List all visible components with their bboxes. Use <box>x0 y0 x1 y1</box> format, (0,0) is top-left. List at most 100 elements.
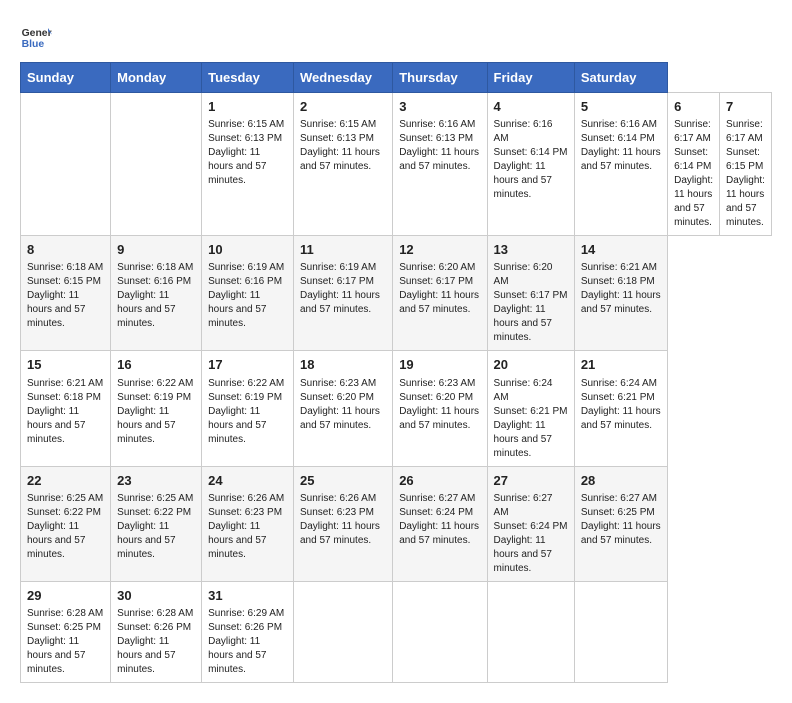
sunrise-label: Sunrise: 6:18 AM <box>27 262 103 273</box>
day-number: 25 <box>300 472 386 490</box>
sunrise-label: Sunrise: 6:25 AM <box>117 493 193 504</box>
daylight-label: Daylight: 11 hours and 57 minutes. <box>300 290 380 315</box>
daylight-label: Daylight: 11 hours and 57 minutes. <box>208 636 266 675</box>
calendar-cell-day-4: 4Sunrise: 6:16 AMSunset: 6:14 PMDaylight… <box>487 93 574 236</box>
column-header-monday: Monday <box>111 63 202 93</box>
column-header-sunday: Sunday <box>21 63 111 93</box>
daylight-label: Daylight: 11 hours and 57 minutes. <box>494 420 552 459</box>
logo: General Blue <box>20 20 52 52</box>
calendar-cell-day-26: 26Sunrise: 6:27 AMSunset: 6:24 PMDayligh… <box>393 466 487 581</box>
sunset-label: Sunset: 6:24 PM <box>494 521 568 532</box>
sunset-label: Sunset: 6:17 PM <box>494 290 568 301</box>
sunrise-label: Sunrise: 6:22 AM <box>208 378 284 389</box>
sunset-label: Sunset: 6:26 PM <box>117 622 191 633</box>
calendar-cell-day-18: 18Sunrise: 6:23 AMSunset: 6:20 PMDayligh… <box>294 351 393 466</box>
column-header-thursday: Thursday <box>393 63 487 93</box>
sunrise-label: Sunrise: 6:24 AM <box>494 378 553 403</box>
calendar-cell-day-2: 2 Sunrise: 6:15 AM Sunset: 6:13 PM Daylight… <box>294 93 393 236</box>
sunset-label: Sunset: 6:20 PM <box>399 392 473 403</box>
calendar-cell-day-23: 23Sunrise: 6:25 AMSunset: 6:22 PMDayligh… <box>111 466 202 581</box>
calendar-cell-day-15: 15Sunrise: 6:21 AMSunset: 6:18 PMDayligh… <box>21 351 111 466</box>
day-number: 13 <box>494 241 568 259</box>
calendar-cell-day-11: 11Sunrise: 6:19 AMSunset: 6:17 PMDayligh… <box>294 236 393 351</box>
day-number: 22 <box>27 472 104 490</box>
sunset-label: Sunset: 6:13 PM <box>300 133 374 144</box>
calendar-cell-day-27: 27Sunrise: 6:27 AMSunset: 6:24 PMDayligh… <box>487 466 574 581</box>
sunrise-label: Sunrise: 6:15 AM <box>300 119 376 130</box>
daylight-label: Daylight: 11 hours and 57 minutes. <box>208 406 266 445</box>
calendar-cell-day-29: 29Sunrise: 6:28 AMSunset: 6:25 PMDayligh… <box>21 581 111 682</box>
sunrise-label: Sunrise: 6:17 AM <box>674 119 711 144</box>
daylight-label: Daylight: 11 hours and 57 minutes. <box>399 521 479 546</box>
calendar-cell-day-3: 3Sunrise: 6:16 AMSunset: 6:13 PMDaylight… <box>393 93 487 236</box>
daylight-label: Daylight: 11 hours and 57 minutes. <box>27 636 85 675</box>
calendar-cell-day-31: 31Sunrise: 6:29 AMSunset: 6:26 PMDayligh… <box>202 581 294 682</box>
sunrise-label: Sunrise: 6:20 AM <box>494 262 553 287</box>
calendar-cell-day-21: 21Sunrise: 6:24 AMSunset: 6:21 PMDayligh… <box>574 351 667 466</box>
day-number: 14 <box>581 241 661 259</box>
svg-text:General: General <box>22 28 52 39</box>
sunset-label: Sunset: 6:14 PM <box>674 147 711 172</box>
sunrise-label: Sunrise: 6:16 AM <box>494 119 553 144</box>
daylight-label: Daylight: 11 hours and 57 minutes. <box>27 521 85 560</box>
sunset-label: Sunset: 6:15 PM <box>27 276 101 287</box>
day-number: 12 <box>399 241 480 259</box>
sunset-label: Sunset: 6:25 PM <box>581 507 655 518</box>
calendar-cell-day-12: 12Sunrise: 6:20 AMSunset: 6:17 PMDayligh… <box>393 236 487 351</box>
day-number: 28 <box>581 472 661 490</box>
day-number: 17 <box>208 356 287 374</box>
logo-icon: General Blue <box>20 20 52 52</box>
calendar-cell-day-1: 1Sunrise: 6:15 AMSunset: 6:13 PMDaylight… <box>202 93 294 236</box>
daylight-label: Daylight: 11 hours and 57 minutes. <box>581 521 661 546</box>
sunset-label: Sunset: 6:18 PM <box>581 276 655 287</box>
day-number: 15 <box>27 356 104 374</box>
sunrise-label: Sunrise: 6:19 AM <box>300 262 376 273</box>
sunset-label: Sunset: 6:19 PM <box>117 392 191 403</box>
empty-cell <box>574 581 667 682</box>
daylight-label: Daylight: 11 hours and 57 minutes. <box>581 147 661 172</box>
calendar-cell-day-22: 22Sunrise: 6:25 AMSunset: 6:22 PMDayligh… <box>21 466 111 581</box>
day-number: 31 <box>208 587 287 605</box>
sunset-label: Sunset: 6:20 PM <box>300 392 374 403</box>
day-number: 8 <box>27 241 104 259</box>
daylight-label: Daylight: 11 hours and 57 minutes. <box>581 406 661 431</box>
sunset-label: Sunset: 6:13 PM <box>208 133 282 144</box>
sunrise-label: Sunrise: 6:19 AM <box>208 262 284 273</box>
daylight-label: Daylight: 11 hours and 57 minutes. <box>208 147 266 186</box>
sunset-label: Sunset: 6:17 PM <box>300 276 374 287</box>
calendar-cell-day-20: 20Sunrise: 6:24 AMSunset: 6:21 PMDayligh… <box>487 351 574 466</box>
empty-cell <box>111 93 202 236</box>
sunrise-label: Sunrise: 6:21 AM <box>581 262 657 273</box>
day-number: 20 <box>494 356 568 374</box>
calendar-cell-day-9: 9Sunrise: 6:18 AMSunset: 6:16 PMDaylight… <box>111 236 202 351</box>
calendar-cell-day-24: 24Sunrise: 6:26 AMSunset: 6:23 PMDayligh… <box>202 466 294 581</box>
sunrise-label: Sunrise: 6:16 AM <box>399 119 475 130</box>
daylight-label: Daylight: 11 hours and 57 minutes. <box>399 406 479 431</box>
svg-text:Blue: Blue <box>22 39 45 50</box>
daylight-label: Daylight: 11 hours and 57 minutes. <box>300 406 380 431</box>
daylight-label: Daylight: 11 hours and 57 minutes. <box>117 290 175 329</box>
day-number: 2 <box>300 98 386 116</box>
day-number: 9 <box>117 241 195 259</box>
daylight-label: Daylight: 11 hours and 57 minutes. <box>494 535 552 574</box>
calendar-body: 1Sunrise: 6:15 AMSunset: 6:13 PMDaylight… <box>21 93 772 683</box>
calendar-cell-day-19: 19Sunrise: 6:23 AMSunset: 6:20 PMDayligh… <box>393 351 487 466</box>
calendar-header-row: SundayMondayTuesdayWednesdayThursdayFrid… <box>21 63 772 93</box>
sunrise-label: Sunrise: 6:28 AM <box>27 608 103 619</box>
daylight-label: Daylight: 11 hours and 57 minutes. <box>300 147 380 172</box>
daylight-label: Daylight: 11 hours and 57 minutes. <box>208 290 266 329</box>
sunrise-label: Sunrise: 6:24 AM <box>581 378 657 389</box>
calendar-cell-day-8: 8Sunrise: 6:18 AMSunset: 6:15 PMDaylight… <box>21 236 111 351</box>
sunrise-label: Sunrise: 6:27 AM <box>581 493 657 504</box>
day-number: 18 <box>300 356 386 374</box>
day-number: 6 <box>674 98 713 116</box>
sunset-label: Sunset: 6:25 PM <box>27 622 101 633</box>
sunrise-label: Sunrise: 6:23 AM <box>399 378 475 389</box>
daylight-label: Daylight: 11 hours and 57 minutes. <box>208 521 266 560</box>
daylight-label: Daylight: 11 hours and 57 minutes. <box>117 521 175 560</box>
sunrise-label: Sunrise: 6:16 AM <box>581 119 657 130</box>
day-number: 3 <box>399 98 480 116</box>
sunset-label: Sunset: 6:15 PM <box>726 147 763 172</box>
sunrise-label: Sunrise: 6:26 AM <box>208 493 284 504</box>
sunrise-label: Sunrise: 6:29 AM <box>208 608 284 619</box>
